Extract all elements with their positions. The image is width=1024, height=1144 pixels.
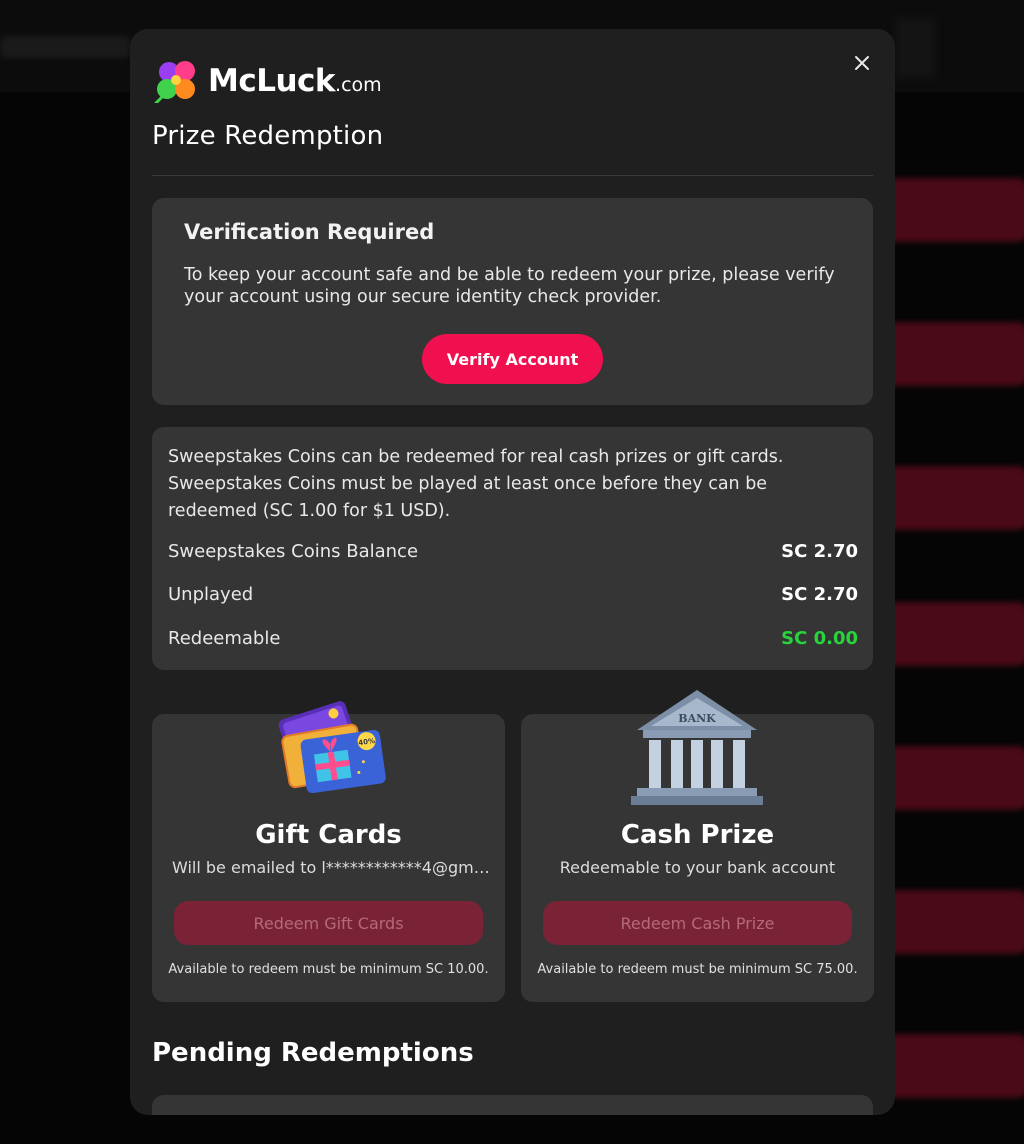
unplayed-label: Unplayed	[168, 584, 254, 605]
verification-text: To keep your account safe and be able to…	[184, 265, 835, 307]
background-button	[880, 466, 1024, 530]
verify-account-button[interactable]: Verify Account	[422, 334, 603, 384]
balance-row: Sweepstakes Coins Balance SC 2.70	[168, 541, 858, 562]
background-button	[880, 890, 1024, 954]
verification-title: Verification Required	[184, 220, 435, 244]
verification-card: Verification Required To keep your accou…	[152, 198, 873, 405]
background-blur-text	[0, 36, 130, 58]
background-button	[880, 602, 1024, 666]
gift-cards-title: Gift Cards	[255, 820, 402, 850]
pending-redemptions-title: Pending Redemptions	[152, 1038, 474, 1068]
background-button	[880, 178, 1024, 242]
balance-value: SC 2.70	[781, 541, 858, 562]
gift-cards-subtitle: Will be emailed to l************4@gm…	[172, 858, 490, 877]
unplayed-value: SC 2.70	[781, 584, 858, 605]
coins-info-card: Sweepstakes Coins can be redeemed for re…	[152, 427, 873, 670]
gift-cards-option: 40% Gift Cards Will be emailed to l*****…	[152, 701, 505, 1002]
clover-icon	[154, 61, 195, 103]
redeemable-value: SC 0.00	[781, 628, 858, 649]
redeem-cash-prize-button[interactable]: Redeem Cash Prize	[543, 901, 852, 945]
background-button	[880, 322, 1024, 386]
close-button[interactable]	[848, 49, 876, 77]
gift-cards-icon: 40%	[278, 701, 386, 794]
page-title: Prize Redemption	[152, 121, 384, 151]
background-button	[880, 1034, 1024, 1098]
pending-redemptions-card	[152, 1095, 873, 1115]
cash-prize-minimum-note: Available to redeem must be minimum SC 7…	[537, 962, 858, 977]
divider	[152, 175, 873, 176]
background-blur-element	[895, 18, 935, 78]
unplayed-row: Unplayed SC 2.70	[168, 584, 858, 605]
gift-cards-minimum-note: Available to redeem must be minimum SC 1…	[168, 962, 489, 977]
redeem-gift-cards-button[interactable]: Redeem Gift Cards	[174, 901, 483, 945]
cash-prize-title: Cash Prize	[620, 820, 775, 850]
close-icon	[855, 56, 869, 70]
brand-suffix: .com	[335, 74, 382, 96]
cash-prize-subtitle: Redeemable to your bank account	[559, 858, 836, 877]
prize-redemption-modal: McLuck .com Prize Redemption Verificatio…	[130, 29, 895, 1115]
balance-label: Sweepstakes Coins Balance	[168, 541, 419, 562]
cash-prize-option: BANK Cash Prize Redeemable to your bank …	[521, 690, 874, 1002]
redeemable-row: Redeemable SC 0.00	[168, 628, 858, 649]
bank-icon: BANK	[631, 690, 763, 805]
coins-info-text: Sweepstakes Coins can be redeemed for re…	[168, 447, 784, 521]
bank-sign: BANK	[678, 712, 716, 725]
brand-name: McLuck	[208, 63, 336, 99]
background-button	[880, 746, 1024, 810]
redeemable-label: Redeemable	[168, 628, 281, 649]
brand-logo: McLuck .com	[152, 59, 382, 103]
